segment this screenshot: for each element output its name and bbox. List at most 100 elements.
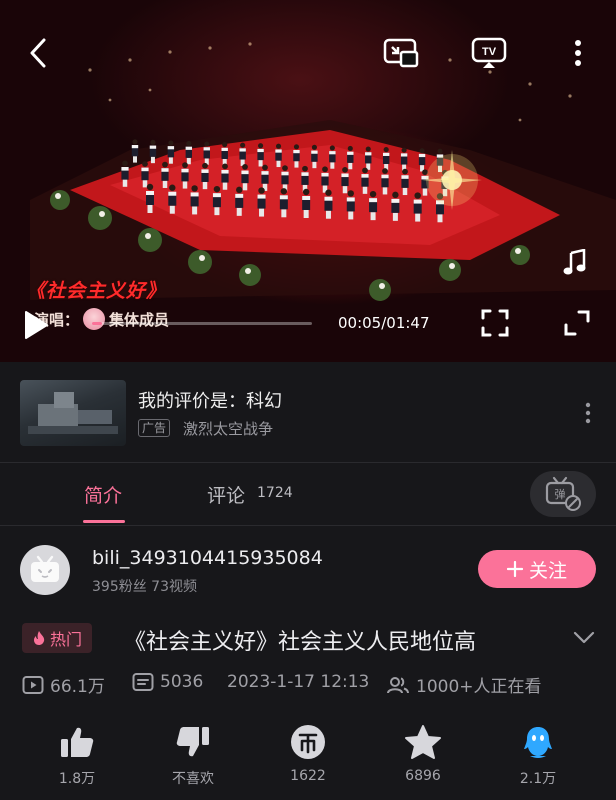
bilibili-tv-icon (31, 555, 59, 582)
video-player[interactable]: TV 《社会主义好》 演唱： 集体成员 00:05/01:47 (0, 0, 616, 362)
crop-fit-icon[interactable] (480, 308, 510, 338)
tab-intro[interactable]: 简介 (84, 481, 122, 508)
choir-singer-figure (235, 193, 244, 198)
choir-singer-figure (301, 172, 309, 176)
choir-singer-figure (413, 199, 422, 204)
singer-line: 演唱： 集体成员 (34, 308, 169, 330)
choir-singer-figure (341, 173, 349, 178)
choir-singer-figure (149, 145, 157, 149)
choir-singer-figure (222, 163, 228, 170)
play-icon[interactable] (22, 310, 50, 340)
choir-singer-figure (146, 183, 154, 191)
choir-singer-figure (293, 144, 300, 150)
favorite-button[interactable]: 6896 (378, 718, 468, 784)
choir-singer-figure (236, 207, 242, 216)
choir-singer-figure (150, 156, 155, 164)
choir-singer-figure (201, 169, 209, 173)
choir-singer-figure (392, 212, 398, 221)
choir-singer-figure (186, 140, 192, 147)
coin-count: 1622 (290, 768, 326, 784)
fullscreen-icon[interactable] (562, 308, 592, 338)
watching-count-text: 1000+人正在看 (416, 677, 542, 697)
choir-singer-figure (381, 174, 389, 179)
choir-singer-figure (276, 160, 281, 168)
choir-singer-figure (282, 165, 288, 171)
ad-thumbnail[interactable] (20, 380, 126, 446)
people-icon (387, 676, 409, 693)
choir-singer-figure (240, 142, 246, 148)
choir-singer-figure (186, 157, 191, 165)
choir-singer-figure (221, 147, 228, 151)
choir-singer-figure (202, 162, 208, 169)
more-options-icon[interactable] (570, 38, 586, 68)
uploader-stats: 395粉丝 73视频 (92, 579, 197, 595)
follow-button[interactable]: 关注 (478, 550, 596, 588)
choir-singer-figure (239, 148, 246, 152)
music-note-icon[interactable] (560, 248, 588, 278)
choir-singer-figure (329, 145, 335, 151)
uploader-section: bili_3493104415935084 395粉丝 73视频 关注 (0, 525, 616, 615)
choir-singer-figure (294, 161, 299, 168)
share-button[interactable]: 2.1万 (493, 718, 583, 788)
choir-singer-figure (161, 168, 169, 172)
uploader-avatar[interactable] (20, 545, 70, 595)
choir-singer-figure (162, 180, 168, 188)
tab-comments[interactable]: 评论 (207, 481, 245, 508)
choir-singer-figure (437, 214, 443, 223)
flame-icon (34, 631, 45, 645)
share-count: 2.1万 (519, 771, 557, 787)
choir-singer-figure (281, 171, 289, 176)
ad-subtitle: 激烈太空战争 (183, 420, 274, 438)
like-button[interactable]: 1.8万 (32, 718, 122, 788)
choir-singer-figure (422, 188, 428, 196)
choir-singer-figure (279, 195, 288, 200)
choir-singer-figure (131, 145, 139, 149)
choir-singer-figure (401, 147, 407, 153)
choir-singer-figure (347, 190, 354, 197)
choir-singer-figure (168, 191, 177, 196)
choir-singer-figure (275, 143, 282, 149)
choir-singer-figure (382, 168, 388, 174)
choir-singer-figure (168, 157, 173, 164)
progress-bar[interactable] (92, 322, 312, 325)
tab-comments-count[interactable]: 1724 (257, 485, 293, 501)
song-title-overlay: 《社会主义好》 (26, 280, 167, 302)
choir-singer-figure (311, 144, 317, 150)
hot-badge[interactable]: 热门 (22, 623, 93, 653)
choir-singer-figure (242, 183, 248, 191)
picture-in-picture-icon[interactable] (382, 36, 420, 70)
ad-card[interactable]: 我的评价是：科幻 广告 激烈太空战争 (0, 362, 616, 462)
choir-singer-figure (382, 152, 390, 156)
danmaku-off-icon: 弹 (545, 476, 581, 511)
choir-singer-figure (415, 213, 421, 222)
choir-singer-figure (121, 167, 129, 171)
choir-singer-figure (302, 165, 308, 172)
choir-singer-figure (418, 153, 426, 158)
choir-singer-figure (346, 197, 355, 202)
choir-singer-figure (236, 186, 243, 194)
choir-singer-figure (257, 148, 264, 153)
tab-active-indicator (83, 520, 125, 523)
choir-singer-figure (330, 162, 335, 169)
tv-cast-icon[interactable]: TV (470, 36, 508, 70)
dislike-button[interactable]: 不喜欢 (148, 718, 238, 788)
view-count: 66.1万 (22, 672, 105, 697)
playback-time: 00:05/01:47 (338, 314, 430, 332)
chevron-down-icon[interactable] (572, 630, 596, 646)
share-icon (521, 718, 555, 766)
choir-singer-figure (182, 181, 188, 189)
choir-singer-figure (242, 164, 248, 170)
svg-text:弹: 弹 (555, 487, 566, 501)
ad-more-icon[interactable] (580, 400, 596, 426)
choir-singer-figure (391, 198, 400, 203)
back-icon[interactable] (24, 36, 52, 70)
choir-singer-figure (147, 205, 153, 213)
uploader-name[interactable]: bili_3493104415935084 (92, 547, 323, 569)
ad-title[interactable]: 我的评价是：科幻 (138, 387, 282, 413)
danmaku-toggle-button[interactable]: 弹 (530, 471, 596, 517)
choir-singer-figure (122, 179, 128, 187)
choir-singer-figure (303, 210, 309, 218)
choir-singer-figure (302, 188, 310, 196)
choir-singer-figure (342, 186, 348, 194)
coin-button[interactable]: 1622 (263, 718, 353, 784)
